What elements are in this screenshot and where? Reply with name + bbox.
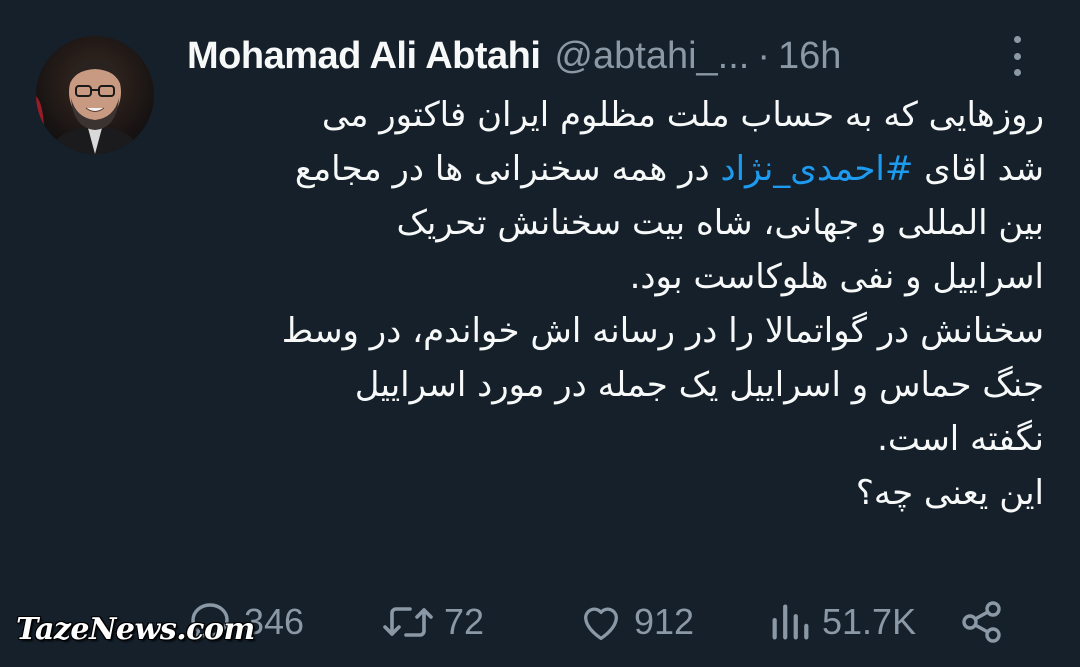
tweet-text-fragment: شد اقای	[924, 149, 1044, 189]
tweet-line: سخنانش در گواتمالا را در رسانه اش خواندم…	[281, 311, 1044, 351]
more-icon[interactable]	[1010, 36, 1024, 76]
retweet-icon	[383, 607, 433, 637]
tweet-line: روزهایی که به حساب ملت مظلوم ایران فاکتو…	[321, 95, 1044, 135]
like-count: 912	[634, 601, 695, 642]
views-icon	[772, 604, 809, 640]
avatar-photo	[36, 36, 154, 154]
more-dot	[1013, 69, 1021, 76]
tweet-line: شد اقای #احمدی_نژاد در همه سخنرانی ها در…	[170, 142, 1044, 196]
share-button[interactable]	[958, 598, 1006, 646]
more-dot	[1013, 36, 1021, 43]
tweet-line: اسراییل و نفی هلوکاست بود.	[629, 257, 1044, 297]
views-button[interactable]: 51.7K	[768, 599, 916, 645]
tweet-line: این یعنی چه؟	[855, 473, 1044, 513]
tweet-header: Mohamad Ali Abtahi @abtahi_... · 16h	[187, 28, 1030, 84]
separator-dot: ·	[757, 34, 770, 77]
share-icon	[962, 601, 1001, 643]
tweet-text-fragment: در همه سخنرانی ها در مجامع	[294, 149, 710, 189]
avatar[interactable]	[36, 36, 154, 154]
user-handle[interactable]: @abtahi_...	[554, 35, 749, 78]
display-name[interactable]: Mohamad Ali Abtahi	[187, 35, 541, 78]
tweet: Mohamad Ali Abtahi @abtahi_... · 16h روز…	[0, 0, 1080, 667]
tweet-text: روزهایی که به حساب ملت مظلوم ایران فاکتو…	[170, 88, 1044, 520]
retweet-count: 72	[444, 601, 485, 642]
watermark: TazeNews.com	[16, 612, 255, 647]
timestamp[interactable]: 16h	[778, 35, 841, 78]
tweet-line: بین المللی و جهانی، شاه بیت سخنانش تحریک	[396, 203, 1044, 243]
retweet-button[interactable]: 72	[382, 598, 484, 646]
tweet-line: نگفته است.	[877, 419, 1044, 459]
views-count: 51.7K	[822, 601, 917, 642]
action-bar: 346 72 912 51.7K	[186, 596, 1010, 648]
more-dot	[1013, 52, 1021, 60]
heart-icon	[584, 607, 618, 640]
hashtag-link[interactable]: #احمدی_نژاد	[720, 149, 913, 189]
tweet-line: جنگ حماس و اسراییل یک جمله در مورد اسرای…	[354, 365, 1044, 405]
like-button[interactable]: 912	[578, 599, 694, 645]
